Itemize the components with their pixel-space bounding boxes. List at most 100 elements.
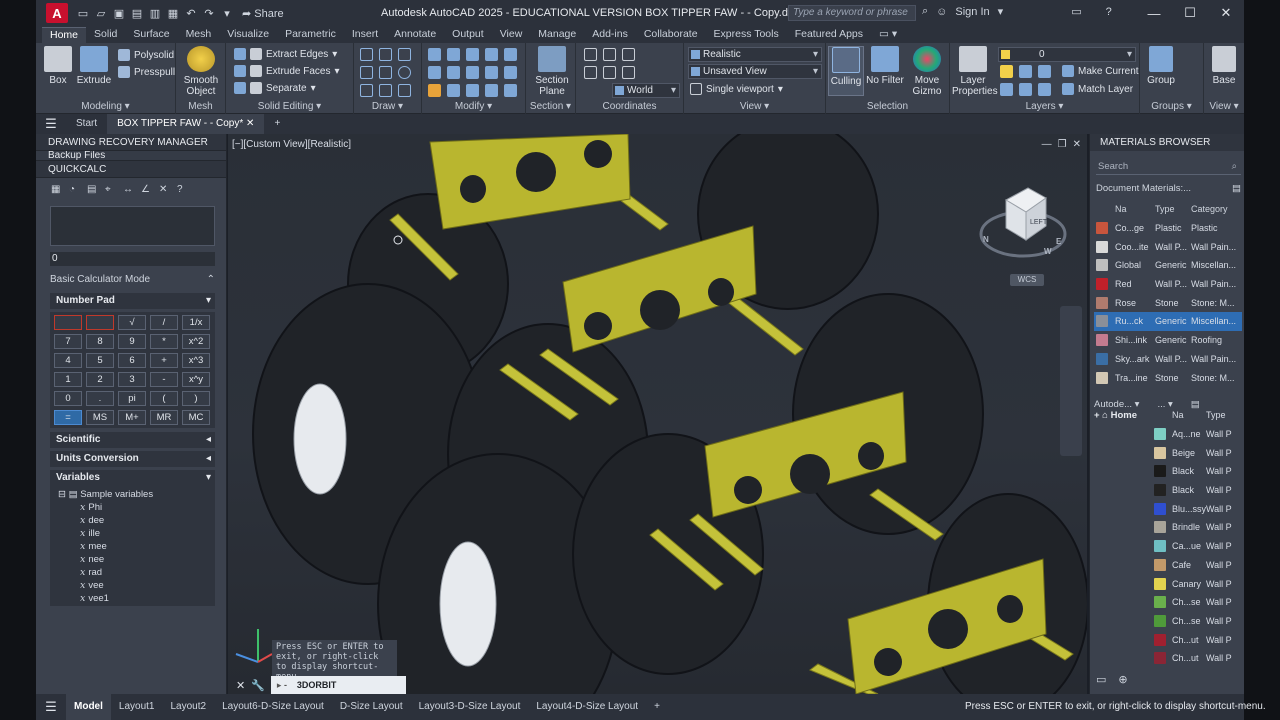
material-row[interactable]: Red Wall P... Wall Pain...	[1094, 275, 1242, 294]
layout-tab[interactable]: Layout2	[162, 694, 214, 720]
command-customize-icon[interactable]: 🔧	[251, 679, 265, 692]
collapse-icon[interactable]: ⌃	[207, 274, 215, 289]
sign-in-button[interactable]: Sign In	[955, 6, 989, 18]
drawing-tab[interactable]: BOX TIPPER FAW - - Copy* ✕	[107, 114, 265, 134]
calc-key[interactable]: 2	[86, 372, 114, 387]
layer-state-icon[interactable]	[1038, 83, 1051, 96]
mesh-panel-label[interactable]: Mesh	[176, 101, 225, 112]
calc-key[interactable]: x^3	[182, 353, 210, 368]
layer-iso-icon[interactable]	[1019, 65, 1032, 78]
distance-icon[interactable]: ↔	[123, 184, 135, 196]
library-material-row[interactable]: Ch...ut Wall P	[1152, 649, 1242, 668]
calc-key[interactable]: x^y	[182, 372, 210, 387]
extrude-faces-button[interactable]: Extrude Faces ▾	[234, 65, 340, 77]
ribbon-tab-manage[interactable]: Manage	[530, 27, 584, 43]
maximize-button[interactable]: ☐	[1172, 0, 1208, 26]
paste-icon[interactable]: ▤	[87, 184, 99, 196]
coordinates-panel-label[interactable]: Coordinates	[576, 101, 683, 112]
mirror-icon[interactable]	[428, 66, 441, 79]
menu-icon[interactable]: ☰	[36, 116, 66, 132]
viewport-restore-icon[interactable]: ❐	[1058, 139, 1067, 150]
save-icon[interactable]: ▣	[112, 6, 126, 20]
viewcube[interactable]: LEFT N W E	[978, 182, 1068, 262]
calc-key[interactable]: 7	[54, 334, 82, 349]
material-row[interactable]: Global Generic Miscellan...	[1094, 256, 1242, 275]
ribbon-options-icon[interactable]: ▭ ▾	[871, 27, 905, 43]
variable-item[interactable]: 𝑥 vee1	[50, 592, 215, 605]
calc-key[interactable]: M+	[118, 410, 146, 425]
layout-menu-icon[interactable]: ☰	[36, 699, 66, 715]
history-icon[interactable]: ◔	[69, 184, 81, 196]
ribbon-tab-home[interactable]: Home	[42, 27, 87, 43]
get-coordinates-icon[interactable]: ⌖	[105, 184, 117, 196]
calc-key[interactable]: √	[118, 315, 146, 330]
viewport-minimize-icon[interactable]: —	[1042, 139, 1052, 150]
layer-lock-icon[interactable]	[1000, 83, 1013, 96]
ucs-world-combo[interactable]: World	[612, 83, 680, 98]
material-row[interactable]: Co...ge Plastic Plastic	[1094, 219, 1242, 238]
separate-button[interactable]: Separate ▾	[234, 82, 316, 94]
viewport-label[interactable]: [−][Custom View][Realistic]	[232, 139, 351, 150]
groups-panel-label[interactable]: Groups ▾	[1140, 101, 1203, 112]
library-material-row[interactable]: Beige Wall P	[1152, 443, 1242, 462]
col-category-header[interactable]: Category	[1191, 204, 1237, 214]
move-icon[interactable]	[428, 48, 441, 61]
dropdown-icon[interactable]: ▾	[220, 6, 234, 20]
fillet-icon[interactable]	[447, 66, 460, 79]
variable-item[interactable]: 𝑥 rad	[50, 566, 215, 579]
layout-tab[interactable]: Model	[66, 694, 111, 720]
selection-panel-label[interactable]: Selection	[826, 101, 949, 112]
ribbon-tab-output[interactable]: Output	[444, 27, 492, 43]
solid-editing-panel-label[interactable]: Solid Editing ▾	[226, 101, 353, 112]
wcs-menu[interactable]: WCS	[1010, 274, 1044, 286]
sample-variables-node[interactable]: ⊟ ▤ Sample variables	[50, 488, 215, 501]
autocad-logo-icon[interactable]: A	[46, 3, 68, 23]
calc-key[interactable]: MS	[86, 410, 114, 425]
ribbon-tab-parametric[interactable]: Parametric	[277, 27, 344, 43]
materials-search-input[interactable]: Search ⌕	[1096, 159, 1241, 175]
recovery-manager-title[interactable]: DRAWING RECOVERY MANAGER	[36, 134, 226, 151]
layer-unlock-icon[interactable]	[1019, 83, 1032, 96]
ribbon-tab-express-tools[interactable]: Express Tools	[706, 27, 787, 43]
copy-icon[interactable]	[504, 48, 517, 61]
calc-key[interactable]	[54, 315, 82, 330]
calc-key[interactable]: MC	[182, 410, 210, 425]
calc-key[interactable]: MR	[150, 410, 178, 425]
drawing-viewport[interactable]: [−][Custom View][Realistic] — ❐ ✕ LEFT N…	[228, 134, 1087, 694]
ucs-view-icon[interactable]	[603, 66, 616, 79]
ellipse-icon[interactable]	[379, 84, 392, 97]
calc-key[interactable]: 3	[118, 372, 146, 387]
view-panel-label[interactable]: View ▾	[684, 101, 825, 112]
calc-key[interactable]: (	[150, 391, 178, 406]
calc-input-field[interactable]: 0	[50, 252, 215, 266]
start-tab[interactable]: Start	[66, 114, 107, 134]
layout-tab[interactable]: Layout1	[111, 694, 163, 720]
new-file-icon[interactable]: ▭	[76, 6, 90, 20]
intersection-icon[interactable]: ✕	[159, 184, 171, 196]
search-icon[interactable]: ⌕	[1232, 159, 1237, 174]
calc-key[interactable]: =	[54, 410, 82, 425]
scientific-header[interactable]: Scientific ◂	[50, 432, 215, 448]
edit-icon[interactable]	[428, 84, 441, 97]
calc-key[interactable]: 1	[54, 372, 82, 387]
library-material-row[interactable]: Black Wall P	[1152, 462, 1242, 481]
presspull-button[interactable]: Presspull	[118, 66, 175, 78]
quickcalc-title[interactable]: QUICKCALC	[36, 161, 226, 178]
col-name-header[interactable]: Na	[1115, 204, 1155, 214]
library-material-row[interactable]: Aq...ne Wall P	[1152, 425, 1242, 444]
make-current-button[interactable]: Make Current	[1062, 65, 1139, 77]
help-icon[interactable]: ?	[1106, 6, 1112, 18]
backup-files-header[interactable]: Backup Files	[36, 151, 226, 161]
calc-key[interactable]: 5	[86, 353, 114, 368]
library-material-row[interactable]: Blu...ssy Wall P	[1152, 499, 1242, 518]
library-material-row[interactable]: Canary Wall P	[1152, 574, 1242, 593]
navigation-bar[interactable]	[1060, 306, 1082, 456]
align-icon[interactable]	[485, 84, 498, 97]
hatch-icon[interactable]	[398, 84, 411, 97]
polyline-icon[interactable]	[379, 48, 392, 61]
rotate-icon[interactable]	[447, 48, 460, 61]
undo-icon[interactable]: ↶	[184, 6, 198, 20]
base-button[interactable]: Base	[1204, 46, 1244, 86]
polygon-icon[interactable]	[360, 84, 373, 97]
user-icon[interactable]: ☺	[936, 6, 947, 18]
